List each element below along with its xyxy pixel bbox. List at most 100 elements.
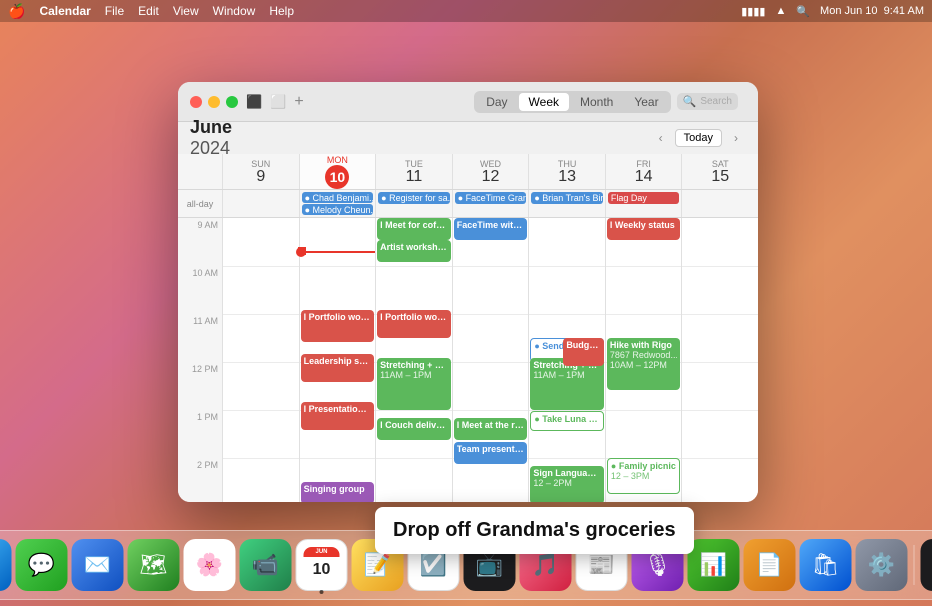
dock-settings[interactable]: ⚙️ xyxy=(856,539,908,591)
search-box[interactable]: 🔍 Search xyxy=(677,93,738,110)
day-header-sun[interactable]: SUN 9 xyxy=(222,154,299,189)
event-artist-workshop[interactable]: Artist worksho... xyxy=(377,240,451,262)
menubar-right: ▮▮▮▮ ▲ 🔍 Mon Jun 10 9:41 AM xyxy=(741,5,924,18)
toggle-sidebar-icon[interactable]: ⬛ xyxy=(246,94,262,110)
allday-event-register[interactable]: ● Register for sa... xyxy=(378,192,450,204)
allday-event-flagday[interactable]: Flag Day xyxy=(608,192,680,204)
dock-separator xyxy=(914,545,915,585)
event-team-presenta[interactable]: Team presenta... xyxy=(454,442,528,464)
menu-view[interactable]: View xyxy=(173,4,199,18)
event-stretching-tue[interactable]: Stretching + weights 11AM – 1PM xyxy=(377,358,451,410)
time-12pm: 12 PM xyxy=(178,362,222,410)
day-header-thu[interactable]: THU 13 xyxy=(528,154,605,189)
allday-row: all-day ● Chad Benjami... ● Melody Cheun… xyxy=(178,190,758,218)
tab-year[interactable]: Year xyxy=(624,93,668,111)
apple-menu[interactable]: 🍎 xyxy=(8,3,25,20)
dock-safari[interactable]: 🧭 xyxy=(0,539,12,591)
tab-day[interactable]: Day xyxy=(476,93,517,111)
next-week-button[interactable]: › xyxy=(726,128,746,148)
event-presentation-p[interactable]: l Presentation p... xyxy=(301,402,375,430)
menu-file[interactable]: File xyxy=(105,4,124,18)
day-col-thu: ● Send birthday... Stretching + weights … xyxy=(528,218,605,502)
traffic-lights xyxy=(190,96,238,108)
days-header: SUN 9 MON 10 TUE 11 WED 12 THU 13 FRI 14 xyxy=(178,154,758,190)
event-meet-for-coffee[interactable]: l Meet for coffee xyxy=(377,218,451,240)
time-9am: 9 AM xyxy=(178,218,222,266)
allday-event-melody[interactable]: ● Melody Cheun... xyxy=(302,204,374,215)
menu-window[interactable]: Window xyxy=(213,4,256,18)
current-time-indicator xyxy=(300,251,376,253)
event-portfolio-work-mon[interactable]: l Portfolio work... xyxy=(301,310,375,342)
maximize-button[interactable] xyxy=(226,96,238,108)
day-col-tue: l Meet for coffee Artist worksho... l Po… xyxy=(375,218,452,502)
dock-appstore[interactable]: 🛍 xyxy=(800,539,852,591)
menu-edit[interactable]: Edit xyxy=(138,4,159,18)
datetime-display: Mon Jun 10 9:41 AM xyxy=(820,5,924,17)
day-col-fri: l Weekly status Hike with Rigo 7867 Redw… xyxy=(605,218,682,502)
event-take-luna[interactable]: ● Take Luna to th... xyxy=(530,411,604,431)
day-col-sat xyxy=(681,218,758,502)
dock-photos[interactable]: 🌸 xyxy=(184,539,236,591)
event-family-picnic[interactable]: ● Family picnic 12 – 3PM xyxy=(607,458,681,494)
tab-week[interactable]: Week xyxy=(519,93,569,111)
day-header-fri[interactable]: FRI 14 xyxy=(605,154,682,189)
allday-sat xyxy=(681,190,758,217)
event-singing-group[interactable]: Singing group xyxy=(301,482,375,502)
event-sign-language[interactable]: Sign Language Club 12 – 2PM xyxy=(530,466,604,502)
event-hike-with-rigo[interactable]: Hike with Rigo 7867 Redwood... 10AM – 12… xyxy=(607,338,681,390)
calendar-window: ⬛ ⬜ + Day Week Month Year 🔍 Search June … xyxy=(178,82,758,502)
menu-help[interactable]: Help xyxy=(269,4,294,18)
day-header-tue[interactable]: TUE 11 xyxy=(375,154,452,189)
tab-month[interactable]: Month xyxy=(570,93,623,111)
event-portfolio-work-tue[interactable]: l Portfolio work... xyxy=(377,310,451,338)
event-facetime-with[interactable]: FaceTime with... xyxy=(454,218,528,240)
allday-mon: ● Chad Benjami... ● Melody Cheun... xyxy=(299,190,376,217)
dock-facetime[interactable]: 📹 xyxy=(240,539,292,591)
dock-maps[interactable]: 🗺 xyxy=(128,539,180,591)
dock-messages[interactable]: 💬 xyxy=(16,539,68,591)
time-gutter xyxy=(178,154,222,189)
day-header-wed[interactable]: WED 12 xyxy=(452,154,529,189)
search-icon: 🔍 xyxy=(683,95,697,108)
add-calendar-icon[interactable]: + xyxy=(294,93,303,111)
time-11am: 11 AM xyxy=(178,314,222,362)
window-titlebar: ⬛ ⬜ + Day Week Month Year 🔍 Search xyxy=(178,82,758,122)
search-placeholder: Search xyxy=(700,96,732,107)
dock-numbers[interactable]: 📊 xyxy=(688,539,740,591)
day-header-mon[interactable]: MON 10 xyxy=(299,154,376,189)
cal-grid: 9 AM 10 AM 11 AM 12 PM 1 PM 2 PM 3 PM 4 … xyxy=(178,218,758,502)
allday-fri: Flag Day xyxy=(605,190,682,217)
search-menubar-icon[interactable]: 🔍 xyxy=(796,5,810,18)
event-tooltip: Drop off Grandma's groceries xyxy=(375,507,694,554)
event-weekly-status[interactable]: l Weekly status xyxy=(607,218,681,240)
event-meet-at-res[interactable]: l Meet at the res... xyxy=(454,418,528,440)
dock-iphone-mirror[interactable]: 📱 xyxy=(921,539,932,591)
allday-event-chad[interactable]: ● Chad Benjami... xyxy=(302,192,374,203)
allday-event-brian[interactable]: ● Brian Tran's Bir... xyxy=(531,192,603,204)
cal-header: June 2024 ‹ Today › xyxy=(178,122,758,154)
day-col-wed: FaceTime with... l Meet at the res... Te… xyxy=(452,218,529,502)
prev-week-button[interactable]: ‹ xyxy=(651,128,671,148)
allday-label: all-day xyxy=(178,190,222,217)
view-tabs: Day Week Month Year xyxy=(474,91,670,113)
wifi-icon: ▲ xyxy=(775,5,786,17)
event-leadership[interactable]: Leadership skil... xyxy=(301,354,375,382)
today-button[interactable]: Today xyxy=(675,129,722,147)
tooltip-text: Drop off Grandma's groceries xyxy=(393,519,676,541)
share-icon[interactable]: ⬜ xyxy=(270,94,286,110)
event-budget-meeting[interactable]: Budget meeting xyxy=(563,338,604,366)
dock-pages[interactable]: 📄 xyxy=(744,539,796,591)
time-1pm: 1 PM xyxy=(178,410,222,458)
dock-mail[interactable]: ✉️ xyxy=(72,539,124,591)
dock-calendar[interactable]: JUN 10 xyxy=(296,539,348,591)
allday-event-facetime-gran[interactable]: ● FaceTime Gran... xyxy=(455,192,527,204)
event-couch-delivery[interactable]: l Couch delivery xyxy=(377,418,451,440)
day-col-sun xyxy=(222,218,299,502)
app-name[interactable]: Calendar xyxy=(39,4,90,18)
minimize-button[interactable] xyxy=(208,96,220,108)
allday-wed: ● FaceTime Gran... xyxy=(452,190,529,217)
time-10am: 10 AM xyxy=(178,266,222,314)
battery-icon: ▮▮▮▮ xyxy=(741,5,765,18)
close-button[interactable] xyxy=(190,96,202,108)
day-header-sat[interactable]: SAT 15 xyxy=(681,154,758,189)
